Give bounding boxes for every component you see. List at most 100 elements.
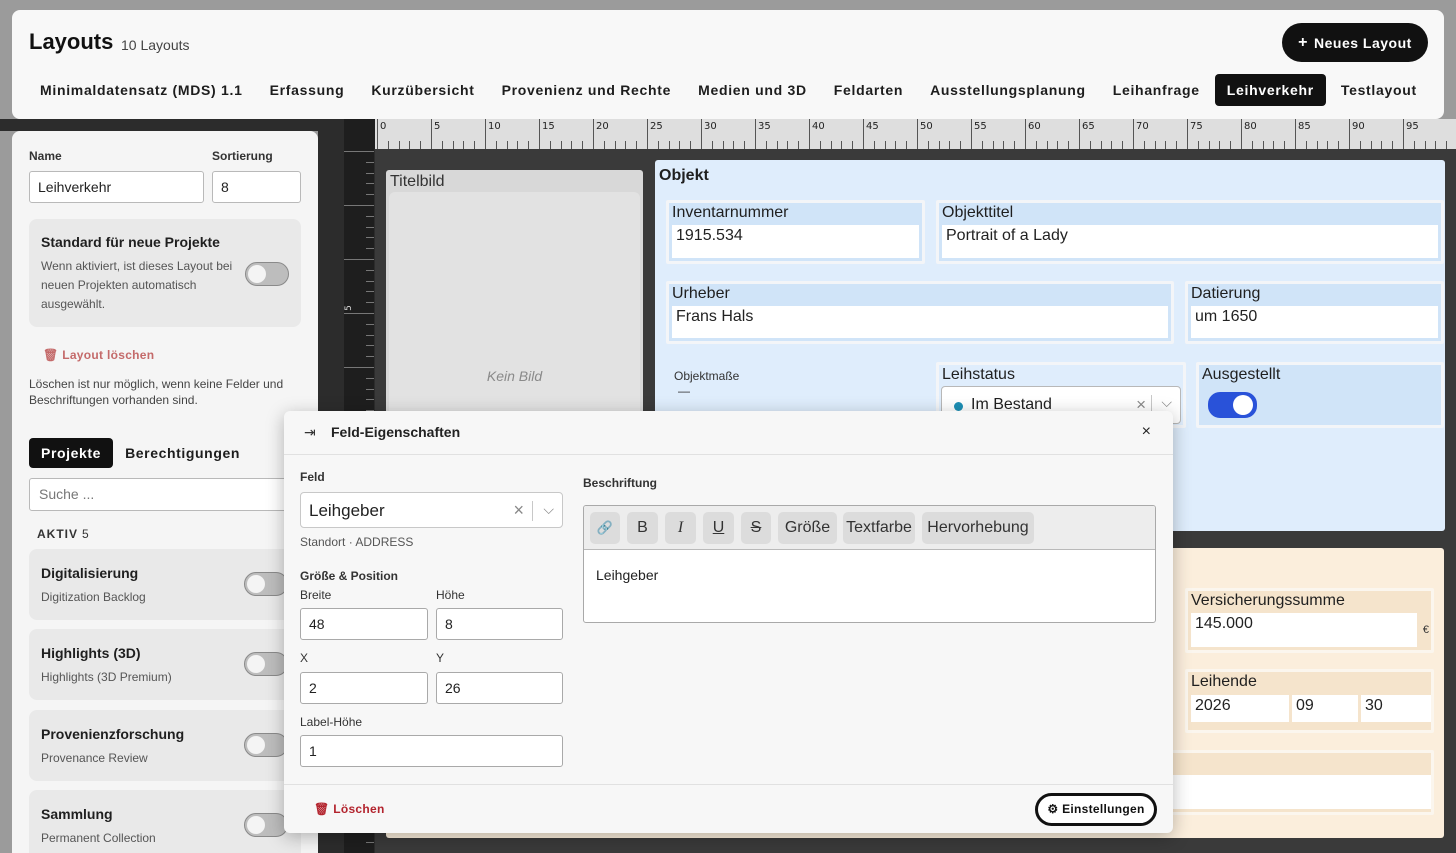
trash-icon: 🗑 (314, 802, 330, 816)
link-icon[interactable]: 🔗 (590, 512, 620, 544)
feld-select[interactable]: Leihgeber × ⌵ (300, 492, 563, 528)
tab-leihverkehr[interactable]: Leihverkehr (1214, 74, 1326, 106)
versicherungssumme-label: Versicherungssumme (1191, 592, 1345, 609)
sort-input[interactable]: 8 (212, 171, 301, 203)
leihende-year[interactable]: 2026 (1191, 695, 1289, 722)
inventarnummer-value: 1915.534 (672, 225, 919, 258)
ruler-tick (387, 141, 389, 149)
name-input[interactable]: Leihverkehr (29, 171, 204, 203)
hoehe-input[interactable]: 8 (436, 608, 563, 640)
tab-feldarten[interactable]: Feldarten (822, 74, 915, 106)
ruler-tick (657, 141, 659, 149)
delete-field-button[interactable]: 🗑 Löschen (314, 802, 385, 816)
bold-icon[interactable]: B (627, 512, 658, 544)
ruler-tick (636, 141, 638, 149)
project-toggle[interactable] (244, 813, 288, 837)
panel-segment-tabs: Projekte Berechtigungen (29, 438, 252, 468)
ruler-label: 55 (974, 121, 987, 132)
tab-leihanfrage[interactable]: Leihanfrage (1101, 74, 1212, 106)
datierung-field[interactable]: Datierung um 1650 (1185, 281, 1444, 344)
datierung-value: um 1650 (1191, 306, 1438, 338)
versicherungssumme-field[interactable]: Versicherungssumme 145.000 € (1185, 588, 1434, 653)
dialog-footer: 🗑 Löschen ⚙ Einstellungen (284, 784, 1173, 833)
ruler-tick (420, 141, 422, 149)
leihende-field[interactable]: Leihende 2026 09 30 (1185, 669, 1434, 733)
header-bar: Layouts 10 Layouts + Neues Layout Minima… (12, 10, 1444, 119)
tab-testlayout[interactable]: Testlayout (1329, 74, 1429, 106)
ruler-label: 10 (488, 121, 501, 132)
settings-button[interactable]: ⚙ Einstellungen (1035, 793, 1157, 826)
ruler-label: 80 (1244, 121, 1257, 132)
ruler-tick (1014, 141, 1016, 149)
project-toggle[interactable] (244, 652, 288, 676)
project-search-input[interactable]: Suche ... (29, 478, 309, 511)
titelbild-field[interactable]: Titelbild Kein Bild (386, 170, 643, 420)
ruler-tick (1403, 119, 1404, 149)
gear-icon: ⚙ (1047, 802, 1059, 816)
ruler-tick (366, 388, 374, 390)
tab-erfassung[interactable]: Erfassung (258, 74, 357, 106)
text-color-button[interactable]: Textfarbe (843, 512, 915, 544)
leihende-month[interactable]: 09 (1292, 695, 1358, 722)
field-enter-icon: ⇥ (304, 424, 316, 440)
ruler-label: 0 (380, 121, 387, 132)
highlight-button[interactable]: Hervorhebung (922, 512, 1034, 544)
tab-berechtigungen[interactable]: Berechtigungen (113, 438, 252, 468)
ruler-tick (506, 141, 508, 149)
project-toggle[interactable] (244, 572, 288, 596)
font-size-button[interactable]: Größe (778, 512, 837, 544)
active-count: 5 (82, 527, 90, 541)
ruler-tick (366, 323, 374, 325)
underline-icon[interactable]: U (703, 512, 734, 544)
ruler-label: 60 (1028, 121, 1041, 132)
project-item[interactable]: Sammlung Permanent Collection (29, 790, 301, 853)
tab-projekte[interactable]: Projekte (29, 438, 114, 468)
ausgestellt-toggle[interactable] (1208, 392, 1257, 418)
inventarnummer-field[interactable]: Inventarnummer 1915.534 (666, 200, 925, 264)
chevron-down-icon[interactable]: ⌵ (1161, 394, 1172, 411)
feld-label: Feld (300, 470, 325, 484)
ruler-tick (366, 248, 374, 250)
ruler-tick (1111, 141, 1113, 149)
urheber-field[interactable]: Urheber Frans Hals (666, 281, 1174, 344)
currency-unit: € (1422, 624, 1429, 636)
project-item[interactable]: Digitalisierung Digitization Backlog (29, 549, 301, 620)
standard-toggle[interactable] (245, 262, 289, 286)
project-item[interactable]: Highlights (3D) Highlights (3D Premium) (29, 629, 301, 700)
x-input[interactable]: 2 (300, 672, 428, 704)
ruler-tick (1208, 141, 1210, 149)
inventarnummer-label: Inventarnummer (672, 204, 789, 221)
ruler-tick (1068, 141, 1070, 149)
close-icon[interactable]: × (1142, 423, 1151, 441)
y-input[interactable]: 26 (436, 672, 563, 704)
beschriftung-editor[interactable]: 🔗 B I U S Größe Textfarbe Hervorhebung L… (583, 505, 1156, 623)
project-item[interactable]: Provenienzforschung Provenance Review (29, 710, 301, 781)
ruler-tick (366, 399, 374, 401)
ruler-tick (971, 119, 972, 149)
ruler-tick (1197, 141, 1199, 149)
clear-icon[interactable]: × (513, 500, 524, 521)
strikethrough-icon[interactable]: S (741, 512, 771, 544)
chevron-down-icon[interactable]: ⌵ (543, 501, 554, 518)
ruler-tick (431, 119, 432, 149)
tab-provenienz[interactable]: Provenienz und Rechte (490, 74, 684, 106)
tab-kurzuebersicht[interactable]: Kurzübersicht (359, 74, 486, 106)
project-toggle[interactable] (244, 733, 288, 757)
tab-ausstellungsplanung[interactable]: Ausstellungsplanung (918, 74, 1098, 106)
tab-medien[interactable]: Medien und 3D (686, 74, 819, 106)
objekttitel-field[interactable]: Objekttitel Portrait of a Lady (936, 200, 1444, 264)
ruler-tick (625, 141, 627, 149)
delete-layout-link[interactable]: 🗑 Layout löschen (43, 348, 154, 362)
leihgeber-field[interactable] (1165, 750, 1434, 815)
italic-icon[interactable]: I (665, 512, 696, 544)
breite-input[interactable]: 48 (300, 608, 428, 640)
leihende-day[interactable]: 30 (1361, 695, 1431, 722)
ruler-tick (1327, 141, 1329, 149)
ruler-tick (1251, 141, 1253, 149)
editor-content[interactable]: Leihgeber (596, 567, 658, 583)
label-hoehe-label: Label-Höhe (300, 715, 363, 729)
tab-mds[interactable]: Minimaldatensatz (MDS) 1.1 (28, 74, 255, 106)
ruler-tick (1370, 141, 1372, 149)
new-layout-button[interactable]: + Neues Layout (1282, 23, 1428, 62)
label-hoehe-input[interactable]: 1 (300, 735, 563, 767)
